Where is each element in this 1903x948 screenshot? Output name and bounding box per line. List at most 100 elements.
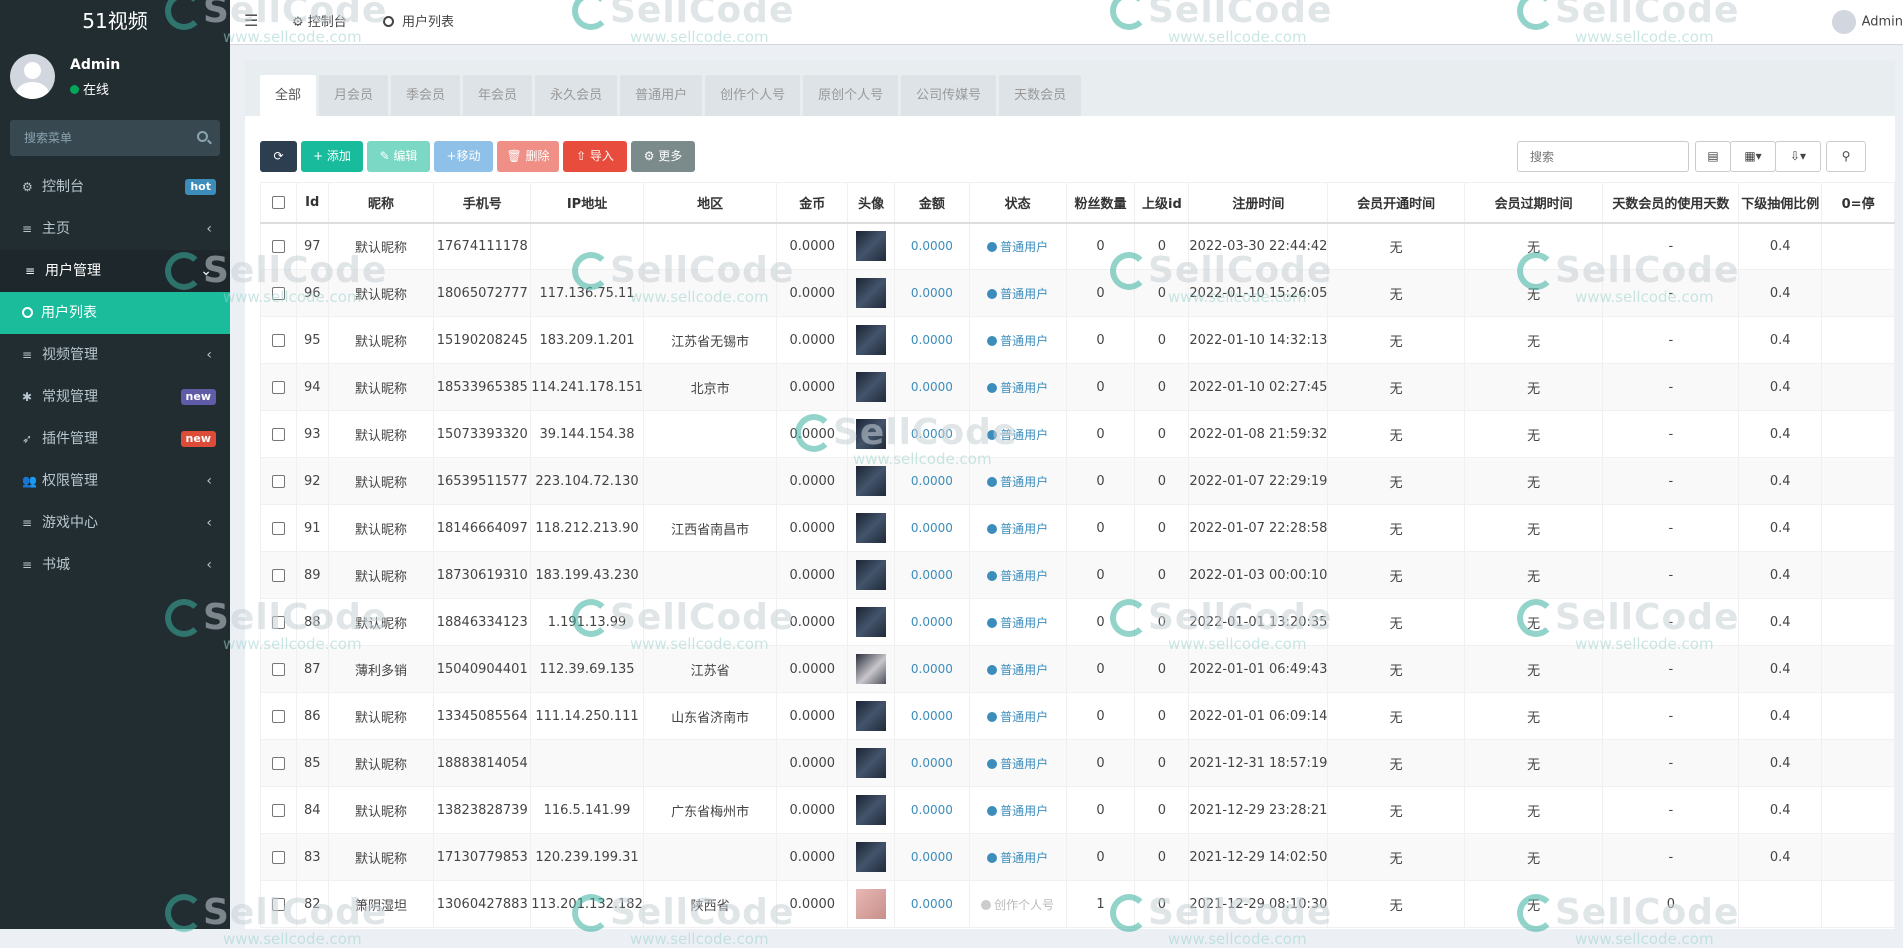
toggle-view-button[interactable]: ▤	[1695, 141, 1731, 172]
table-row[interactable]: 97 默认昵称 17674111178 0.0000 0.0000 普通用户 0 0 2022-…	[260, 222, 1895, 270]
checkbox[interactable]	[271, 662, 285, 676]
row-select[interactable]	[260, 692, 297, 740]
row-select[interactable]	[260, 551, 297, 599]
checkbox[interactable]	[271, 568, 285, 582]
top-user-menu[interactable]: Admin	[1831, 10, 1903, 34]
avatar[interactable]	[856, 607, 887, 637]
checkbox[interactable]	[271, 474, 285, 488]
table-row[interactable]: 95 默认昵称 15190208245 183.209.1.201 江苏省无锡市 0.00…	[260, 316, 1895, 364]
sidebar-item-6[interactable]: ➶ 插件管理 new	[0, 418, 230, 460]
table-row[interactable]: 86 默认昵称 13345085564 111.14.250.111 山东省济南市 0.0…	[260, 692, 1895, 740]
checkbox[interactable]	[271, 850, 285, 864]
row-select[interactable]	[260, 457, 297, 505]
app-title[interactable]: 51视频	[0, 0, 230, 42]
table-row[interactable]: 85 默认昵称 18883814054 0.0000 0.0000 普通用户 0 0 2021-…	[260, 739, 1895, 787]
checkbox[interactable]	[271, 709, 285, 723]
avatar[interactable]	[856, 231, 887, 262]
avatar[interactable]	[856, 889, 887, 919]
tab-6[interactable]: 创作个人号	[705, 75, 801, 116]
row-select[interactable]	[260, 598, 297, 646]
move-button[interactable]: +移动	[434, 141, 493, 172]
table-row[interactable]: 93 默认昵称 15073393320 39.144.154.38 0.0000 0.00…	[260, 410, 1895, 458]
refresh-button[interactable]: ⟳	[260, 141, 297, 172]
avatar[interactable]	[856, 466, 887, 496]
table-row[interactable]: 96 默认昵称 18065072777 117.136.75.11 0.0000 0.00…	[260, 269, 1895, 317]
avatar[interactable]	[856, 372, 887, 402]
delete-button[interactable]: 🗑 删除	[497, 141, 559, 172]
tab-2[interactable]: 季会员	[391, 75, 461, 116]
table-row[interactable]: 87 薄利多销 15040904401 112.39.69.135 江苏省 0.0000 0…	[260, 645, 1895, 693]
edit-button[interactable]: ✎ 编辑	[367, 141, 430, 172]
row-select[interactable]	[260, 739, 297, 787]
table-row[interactable]: 91 默认昵称 18146664097 118.212.213.90 江西省南昌市 0.0…	[260, 504, 1895, 552]
row-select[interactable]	[260, 504, 297, 552]
table-row[interactable]: 83 默认昵称 17130779853 120.239.199.31 0.0000 0.0…	[260, 833, 1895, 881]
tab-4[interactable]: 永久会员	[535, 75, 618, 116]
more-button[interactable]: ⚙ 更多	[631, 141, 695, 172]
table-row[interactable]: 84 默认昵称 13823828739 116.5.141.99 广东省梅州市 0.000…	[260, 786, 1895, 834]
menu-search-input[interactable]	[10, 120, 220, 156]
sidebar-item-4[interactable]: ≡ 视频管理 ‹	[0, 334, 230, 376]
tab-3[interactable]: 年会员	[463, 75, 533, 116]
row-select[interactable]	[260, 269, 297, 317]
sidebar-item-9[interactable]: ≡ 书城 ‹	[0, 544, 230, 586]
sidebar-item-0[interactable]: ⚙ 控制台 hot	[0, 166, 230, 208]
tab-5[interactable]: 普通用户	[620, 75, 703, 116]
avatar[interactable]	[856, 842, 887, 872]
checkbox[interactable]	[271, 615, 285, 629]
checkbox[interactable]	[271, 195, 285, 209]
row-select[interactable]	[260, 410, 297, 458]
checkbox[interactable]	[271, 756, 285, 770]
avatar[interactable]	[856, 325, 887, 355]
menu-toggle-icon[interactable]: ☰	[244, 11, 258, 30]
row-select[interactable]	[260, 786, 297, 834]
checkbox[interactable]	[271, 239, 285, 253]
search-icon[interactable]	[197, 131, 208, 142]
avatar[interactable]	[856, 513, 887, 543]
tab-0[interactable]: 全部	[260, 75, 317, 116]
row-select[interactable]	[260, 222, 297, 270]
sidebar-item-8[interactable]: ≡ 游戏中心 ‹	[0, 502, 230, 544]
table-row[interactable]: 89 默认昵称 18730619310 183.199.43.230 0.0000 0.0…	[260, 551, 1895, 599]
row-select[interactable]	[260, 645, 297, 693]
sidebar-item-2[interactable]: ≡ 用户管理 ⌄	[0, 250, 230, 292]
sidebar-item-7[interactable]: 👥 权限管理 ‹	[0, 460, 230, 502]
row-select[interactable]	[260, 316, 297, 364]
select-all-checkbox[interactable]	[260, 182, 297, 224]
breadcrumb-user-list[interactable]: 用户列表	[383, 11, 454, 30]
tab-8[interactable]: 公司传媒号	[901, 75, 997, 116]
table-search-input[interactable]	[1517, 141, 1689, 172]
row-select[interactable]	[260, 880, 297, 928]
export-button[interactable]: ⇩▾	[1775, 141, 1821, 172]
table-row[interactable]: 92 默认昵称 16539511577 223.104.72.130 0.0000 0.0…	[260, 457, 1895, 505]
avatar[interactable]	[856, 701, 887, 731]
table-row[interactable]: 88 默认昵称 18846334123 1.191.13.99 0.0000 0.0000…	[260, 598, 1895, 646]
row-select[interactable]	[260, 363, 297, 411]
avatar[interactable]	[856, 560, 887, 590]
checkbox[interactable]	[271, 521, 285, 535]
sidebar-item-3[interactable]: 用户列表	[0, 292, 230, 334]
columns-button[interactable]: ▦▾	[1730, 141, 1776, 172]
tab-7[interactable]: 原创个人号	[803, 75, 899, 116]
tab-1[interactable]: 月会员	[319, 75, 389, 116]
search-button[interactable]: ⚲	[1826, 141, 1866, 172]
checkbox[interactable]	[271, 427, 285, 441]
avatar[interactable]	[856, 795, 887, 825]
checkbox[interactable]	[271, 897, 285, 911]
checkbox[interactable]	[271, 380, 285, 394]
checkbox[interactable]	[271, 333, 285, 347]
avatar[interactable]	[856, 654, 887, 684]
tab-9[interactable]: 天数会员	[999, 75, 1082, 116]
add-button[interactable]: + 添加	[301, 141, 363, 172]
sidebar-item-1[interactable]: ≡ 主页 ‹	[0, 208, 230, 250]
checkbox[interactable]	[271, 286, 285, 300]
avatar[interactable]	[856, 419, 887, 449]
checkbox[interactable]	[271, 803, 285, 817]
table-row[interactable]: 94 默认昵称 18533965385 114.241.178.151 北京市 0.000…	[260, 363, 1895, 411]
row-select[interactable]	[260, 833, 297, 881]
import-button[interactable]: ⇧ 导入	[563, 141, 627, 172]
breadcrumb-dashboard[interactable]: ⚙ 控制台	[292, 11, 347, 30]
sidebar-item-5[interactable]: ✱ 常规管理 new	[0, 376, 230, 418]
avatar[interactable]	[856, 748, 887, 778]
table-row[interactable]: 82 箫阴湿坦 13060427883 113.201.132.182 陕西省 0.000…	[260, 880, 1895, 928]
